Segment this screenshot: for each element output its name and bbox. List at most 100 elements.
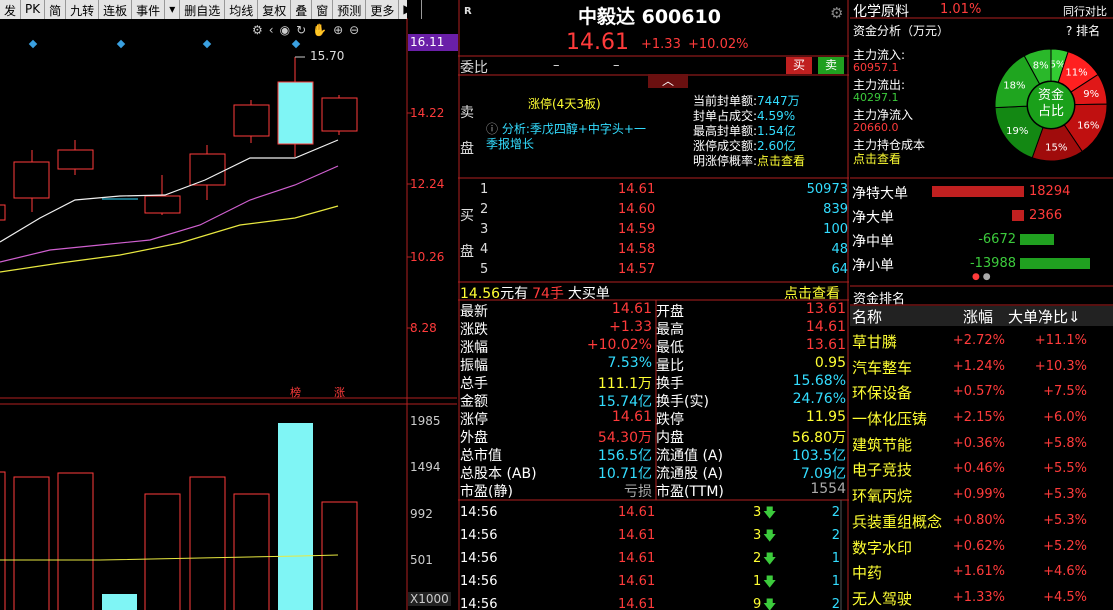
bid-volume: 48 [831,242,848,257]
rank-name[interactable]: 一体化压铸 [852,408,927,429]
gear-icon[interactable]: ⚙ [830,4,843,22]
toolbar-item[interactable]: ▶| [399,0,422,19]
rank-row[interactable]: 数字水印 +0.62% +5.2% [850,534,1113,560]
seal-stats: 当前封单额:7447万 封单占成交:4.59% 最高封单额:1.54亿 涨停成交额:2… [693,94,805,169]
volume-tick: 1494 [410,460,441,474]
rank-row[interactable]: 电子竞技 +0.46% +5.5% [850,456,1113,482]
rank-row[interactable]: 中药 +1.61% +4.6% [850,559,1113,585]
zoom-out-icon[interactable]: ⊖ [349,23,365,37]
quote-row: 涨停 14.61 跌停 11.95 [460,409,848,428]
toolbar-item[interactable]: 删自选 [180,0,226,19]
rank-ratio: +4.5% [1043,589,1087,605]
chevron-left-icon[interactable]: ‹ [269,23,280,37]
rank-row[interactable]: 兵装重组概念 +0.80% +5.3% [850,508,1113,534]
refresh-icon[interactable]: ↻ [296,23,312,37]
quote-value: 111.1万 [597,376,652,392]
net-flow-label: 净大单 [852,210,894,226]
candle [13,161,50,199]
kline-chart-canvas[interactable] [0,0,457,610]
bid-row[interactable]: 2 14.60 839 [480,200,848,220]
rank-name[interactable]: 中药 [852,562,882,583]
sector-name[interactable]: 化学原料 [853,1,909,21]
toolbar-item[interactable]: 更多 [366,0,400,19]
rank-header-name[interactable]: 名称 [852,306,882,327]
sort-down-icon[interactable]: ⇓ [1068,308,1081,326]
weibi-value: – [553,58,560,73]
rank-row[interactable]: 一体化压铸 +2.15% +6.0% [850,405,1113,431]
rank-link[interactable]: ? 排名 [1066,22,1100,39]
tick-row: 14:56 14.61 1 🡇 1 [460,572,840,595]
cost-link[interactable]: 点击查看 [853,150,901,167]
rank-header-pct[interactable]: 涨幅 [963,306,993,327]
rank-name[interactable]: 环保设备 [852,382,912,403]
settings-icon[interactable]: ⚙ [252,23,269,37]
page-dot[interactable]: ● [983,272,991,282]
hand-icon[interactable]: ✋ [312,23,333,37]
bid-level: 5 [480,262,489,277]
toolbar-item[interactable]: 九转 [66,0,100,19]
toolbar-item[interactable]: PK [21,0,46,19]
seal-stat-row[interactable]: 明涨停概率:点击查看 [693,154,805,169]
page-dots[interactable]: ● ● [972,272,991,282]
peer-compare-link[interactable]: 同行对比 [1063,3,1107,19]
rank-name[interactable]: 兵装重组概念 [852,511,942,532]
bid-row[interactable]: 1 14.61 50973 [480,180,848,200]
toolbar-item[interactable]: 叠 [291,0,313,19]
badge-zhang[interactable]: 涨 [334,384,345,400]
seal-stat-value[interactable]: 点击查看 [757,154,805,168]
rank-ratio: +7.5% [1043,384,1087,400]
rank-name[interactable]: 草甘膦 [852,331,897,352]
tick-price: 14.61 [618,597,656,610]
collapse-icon[interactable]: ︿ [648,74,688,88]
big-order-link[interactable]: 点击查看 [784,283,840,303]
rank-row[interactable]: 环保设备 +0.57% +7.5% [850,379,1113,405]
bid-row[interactable]: 5 14.57 64 [480,260,848,280]
tick-row: 14:56 14.61 3 🡇 2 [460,503,840,526]
rank-name[interactable]: 数字水印 [852,537,912,558]
page-dot-active[interactable]: ● [972,272,980,282]
rank-name[interactable]: 环氧丙烷 [852,485,912,506]
rank-ratio: +4.6% [1043,564,1087,580]
bid-row[interactable]: 4 14.58 48 [480,240,848,260]
buy-button[interactable]: 买 [786,57,812,74]
rank-row[interactable]: 草甘膦 +2.72% +11.1% [850,328,1113,354]
toolbar-item[interactable]: 简 [45,0,67,19]
rank-name[interactable]: 无人驾驶 [852,588,912,609]
eye-icon[interactable]: ◉ [280,23,296,37]
event-markers[interactable] [28,39,301,49]
dropdown-icon[interactable]: ▾ [165,0,181,19]
quote-label: 流通股 (A) [656,466,723,482]
bid-row[interactable]: 3 14.59 100 [480,220,848,240]
toolbar-item[interactable]: 预测 [333,0,367,19]
rank-name[interactable]: 建筑节能 [852,434,912,455]
rank-row[interactable]: 汽车整车 +1.24% +10.3% [850,354,1113,380]
toolbar-item[interactable]: 事件 [132,0,166,19]
rank-name[interactable]: 电子竞技 [852,459,912,480]
toolbar-item[interactable]: 复权 [258,0,292,19]
buy-side-label: 买盘 [460,208,474,260]
toolbar-item[interactable]: 发 [0,0,22,19]
kline-chart-panel[interactable]: 发 PK 简九转 连板 事件 ▾ 删自选 均线 复权叠窗预测 更多 ▶| ⚙‹◉↻✋⊕⊖ 16.11… [0,0,458,610]
badge-bang[interactable]: 榜 [290,384,301,400]
quote-value: 10.71亿 [597,466,652,482]
rank-name[interactable]: 汽车整车 [852,357,912,378]
candle [233,104,270,137]
quote-label: 总股本 (AB) [460,466,537,482]
toolbar-item[interactable]: 均线 [225,0,259,19]
quote-value: 14.61 [805,319,846,335]
quote-value: 14.61 [611,301,652,317]
rank-header-ratio[interactable]: 大单净比⇓ [1008,306,1081,327]
rank-row[interactable]: 建筑节能 +0.36% +5.8% [850,431,1113,457]
seal-stat-label: 涨停成交额: [693,139,758,153]
toolbar-item[interactable]: 连板 [99,0,133,19]
sell-button[interactable]: 卖 [818,57,844,74]
rank-row[interactable]: 环氧丙烷 +0.99% +5.3% [850,482,1113,508]
quote-label: 涨跌 [460,322,488,338]
zoom-in-icon[interactable]: ⊕ [333,23,349,37]
tick-trades: 14:56 14.61 3 🡇 2 14:56 14.61 3 🡇 2 14:56 14.61 2 🡇 1 1… [460,503,840,610]
rank-row[interactable]: 无人驾驶 +1.33% +4.5% [850,585,1113,610]
rank-pct: +2.72% [952,333,1005,348]
quote-label: 市盈(静) [460,484,513,500]
analysis-text[interactable]: ⓘ 分析:季戊四醇+中字头+一季报增长 [486,122,646,152]
toolbar-item[interactable]: 窗 [312,0,334,19]
